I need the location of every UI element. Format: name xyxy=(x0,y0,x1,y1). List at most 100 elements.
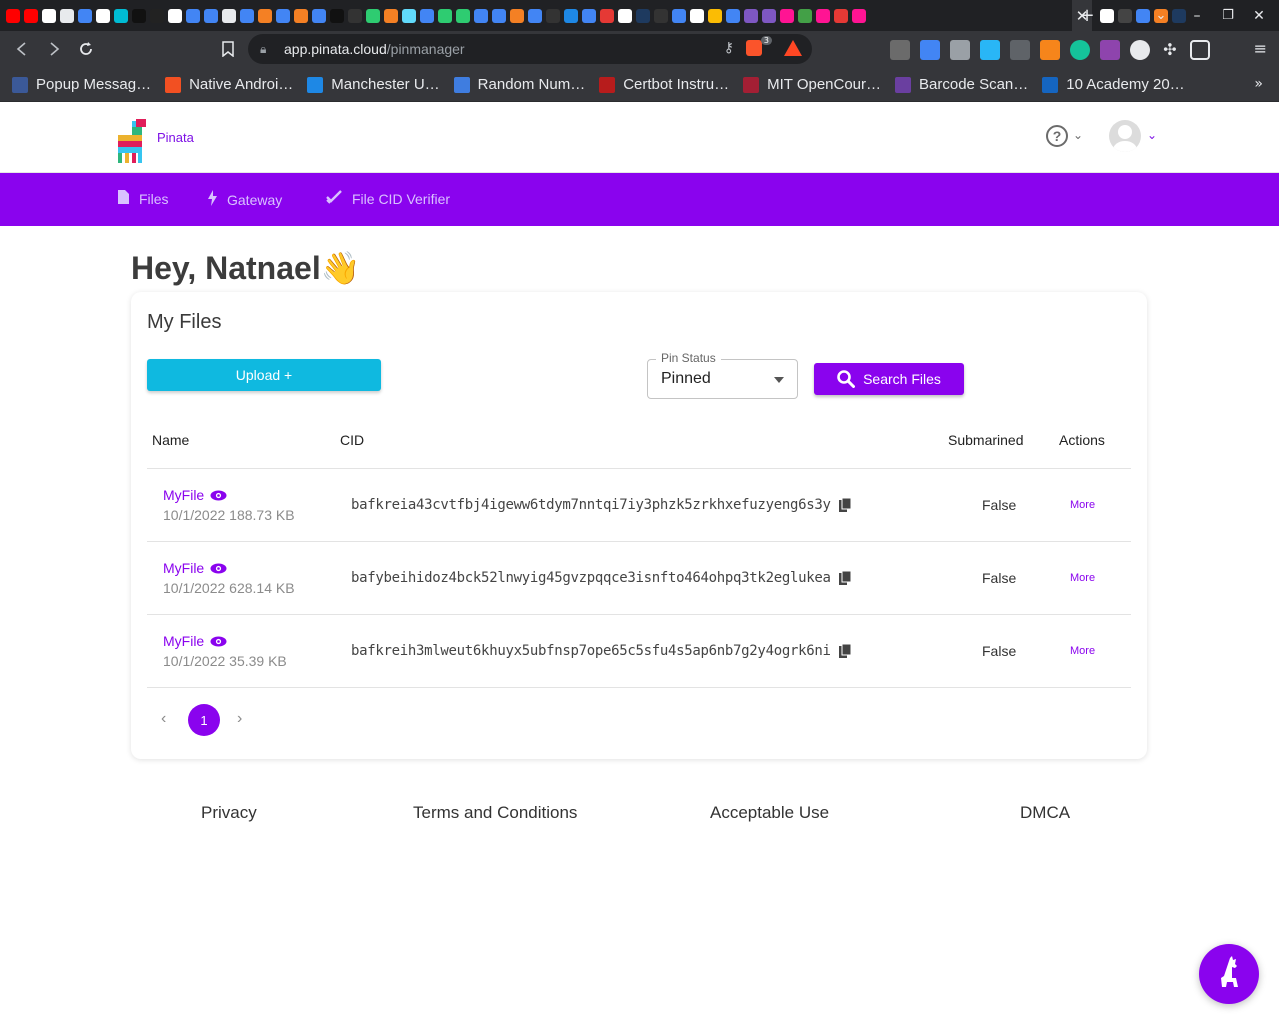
tab[interactable] xyxy=(42,8,56,23)
extension-icon[interactable] xyxy=(1010,40,1030,60)
pin-status-select[interactable]: Pin Status Pinned xyxy=(647,351,798,399)
tab-google[interactable] xyxy=(672,8,686,23)
password-key-icon[interactable]: ⚷ xyxy=(724,40,734,56)
nav-item-file-cid-verifier[interactable]: File CID Verifier xyxy=(326,190,450,208)
extension-icon[interactable] xyxy=(980,40,1000,60)
eye-icon[interactable] xyxy=(210,636,227,647)
tab-github[interactable] xyxy=(546,8,560,23)
tab[interactable] xyxy=(60,8,74,23)
tab-react[interactable] xyxy=(402,8,416,23)
minimize-icon[interactable]: – xyxy=(1182,0,1212,31)
file-name-link[interactable]: MyFile xyxy=(163,633,227,649)
tab-google[interactable] xyxy=(78,8,92,23)
tab[interactable] xyxy=(132,8,146,23)
metamask-icon[interactable] xyxy=(1040,40,1060,60)
tab-drive[interactable] xyxy=(708,8,722,23)
tab-google[interactable] xyxy=(528,8,542,23)
brand-name[interactable]: Pinata xyxy=(157,130,194,145)
new-tab-button[interactable]: + xyxy=(1072,0,1102,31)
back-icon[interactable] xyxy=(8,35,36,63)
forward-icon[interactable] xyxy=(40,35,68,63)
tab-google[interactable] xyxy=(204,8,218,23)
shield-extension-icon[interactable] xyxy=(950,40,970,60)
tab-google[interactable] xyxy=(420,8,434,23)
tab[interactable] xyxy=(222,8,236,23)
tab-stackoverflow[interactable] xyxy=(258,8,272,23)
browser-menu-icon[interactable]: ≡ xyxy=(1254,39,1267,58)
pager-next-icon[interactable]: › xyxy=(237,710,242,728)
file-name-link[interactable]: MyFile xyxy=(163,560,227,576)
bookmarks-overflow-icon[interactable]: » xyxy=(1254,76,1263,92)
tab-github[interactable] xyxy=(348,8,362,23)
support-chat-button[interactable] xyxy=(1199,944,1259,1004)
tab-pinata[interactable] xyxy=(852,8,866,23)
tab-stackoverflow[interactable] xyxy=(384,8,398,23)
footer-link-acceptable-use[interactable]: Acceptable Use xyxy=(710,803,829,823)
extension-icon[interactable] xyxy=(1130,40,1150,60)
pinata-logo-icon[interactable] xyxy=(114,117,150,165)
tab[interactable] xyxy=(1118,8,1132,23)
eye-icon[interactable] xyxy=(210,563,227,574)
tab-stackoverflow[interactable] xyxy=(510,8,524,23)
tab-docs[interactable] xyxy=(726,8,740,23)
tab[interactable] xyxy=(564,8,578,23)
tab-youtube[interactable] xyxy=(6,8,20,23)
nav-item-files[interactable]: Files xyxy=(118,190,169,208)
upload-button[interactable]: Upload + xyxy=(147,359,381,391)
tab[interactable] xyxy=(600,8,614,23)
tab[interactable] xyxy=(636,8,650,23)
tab[interactable] xyxy=(690,8,704,23)
pager-page-button[interactable]: 1 xyxy=(188,704,220,736)
tab[interactable] xyxy=(798,8,812,23)
copy-icon[interactable] xyxy=(838,498,851,512)
tab-google[interactable] xyxy=(492,8,506,23)
bookmark-item[interactable]: Random Num… xyxy=(453,68,585,102)
bookmark-item[interactable]: Barcode Scan… xyxy=(895,68,1028,102)
tab-stackoverflow[interactable] xyxy=(294,8,308,23)
tab-google[interactable] xyxy=(312,8,326,23)
tab-medium[interactable] xyxy=(1100,8,1114,23)
tab[interactable] xyxy=(114,8,128,23)
tab[interactable] xyxy=(456,8,470,23)
tab[interactable] xyxy=(762,8,776,23)
tab-google[interactable] xyxy=(582,8,596,23)
copy-icon[interactable] xyxy=(838,571,851,585)
extension-icon[interactable] xyxy=(890,40,910,60)
wallet-icon[interactable] xyxy=(1190,40,1210,60)
grammarly-icon[interactable] xyxy=(1070,40,1090,60)
file-name-link[interactable]: MyFile xyxy=(163,487,227,503)
lock-icon[interactable]: 🔒︎ xyxy=(260,42,284,57)
bookmark-item[interactable]: Popup Messag… xyxy=(12,68,151,102)
reload-icon[interactable] xyxy=(72,35,100,63)
more-actions-link[interactable]: More xyxy=(1070,499,1095,511)
tab[interactable] xyxy=(150,8,164,23)
search-files-button[interactable]: Search Files xyxy=(814,363,964,395)
tab[interactable] xyxy=(96,8,110,23)
tab-youtube[interactable] xyxy=(24,8,38,23)
brave-rewards-icon[interactable] xyxy=(784,40,802,56)
tab-search-chevron-icon[interactable]: ⌄ xyxy=(1146,0,1176,31)
tab-pinata[interactable] xyxy=(816,8,830,23)
tab[interactable] xyxy=(744,8,758,23)
bookmark-item[interactable]: 10 Academy 20… xyxy=(1042,68,1185,102)
brave-shields-icon[interactable] xyxy=(746,40,762,56)
tab-google[interactable] xyxy=(240,8,254,23)
tab[interactable] xyxy=(330,8,344,23)
chevron-down-icon[interactable]: ⌄ xyxy=(1147,128,1157,142)
tab[interactable] xyxy=(438,8,452,23)
google-translate-icon[interactable] xyxy=(920,40,940,60)
tab-medium[interactable] xyxy=(618,8,632,23)
footer-link-privacy[interactable]: Privacy xyxy=(201,803,257,823)
tab-google[interactable] xyxy=(474,8,488,23)
more-actions-link[interactable]: More xyxy=(1070,572,1095,584)
copy-icon[interactable] xyxy=(838,644,851,658)
restore-icon[interactable]: ❐ xyxy=(1213,0,1243,31)
extensions-puzzle-icon[interactable]: ✣ xyxy=(1160,40,1180,60)
bookmark-item[interactable]: MIT OpenCour… xyxy=(743,68,881,102)
footer-link-terms[interactable]: Terms and Conditions xyxy=(413,803,577,823)
window-close-icon[interactable]: ✕ xyxy=(1244,0,1274,31)
pager-prev-icon[interactable]: ‹ xyxy=(161,710,166,728)
tab-google[interactable] xyxy=(186,8,200,23)
eye-icon[interactable] xyxy=(210,490,227,501)
bookmark-icon[interactable] xyxy=(214,35,242,63)
